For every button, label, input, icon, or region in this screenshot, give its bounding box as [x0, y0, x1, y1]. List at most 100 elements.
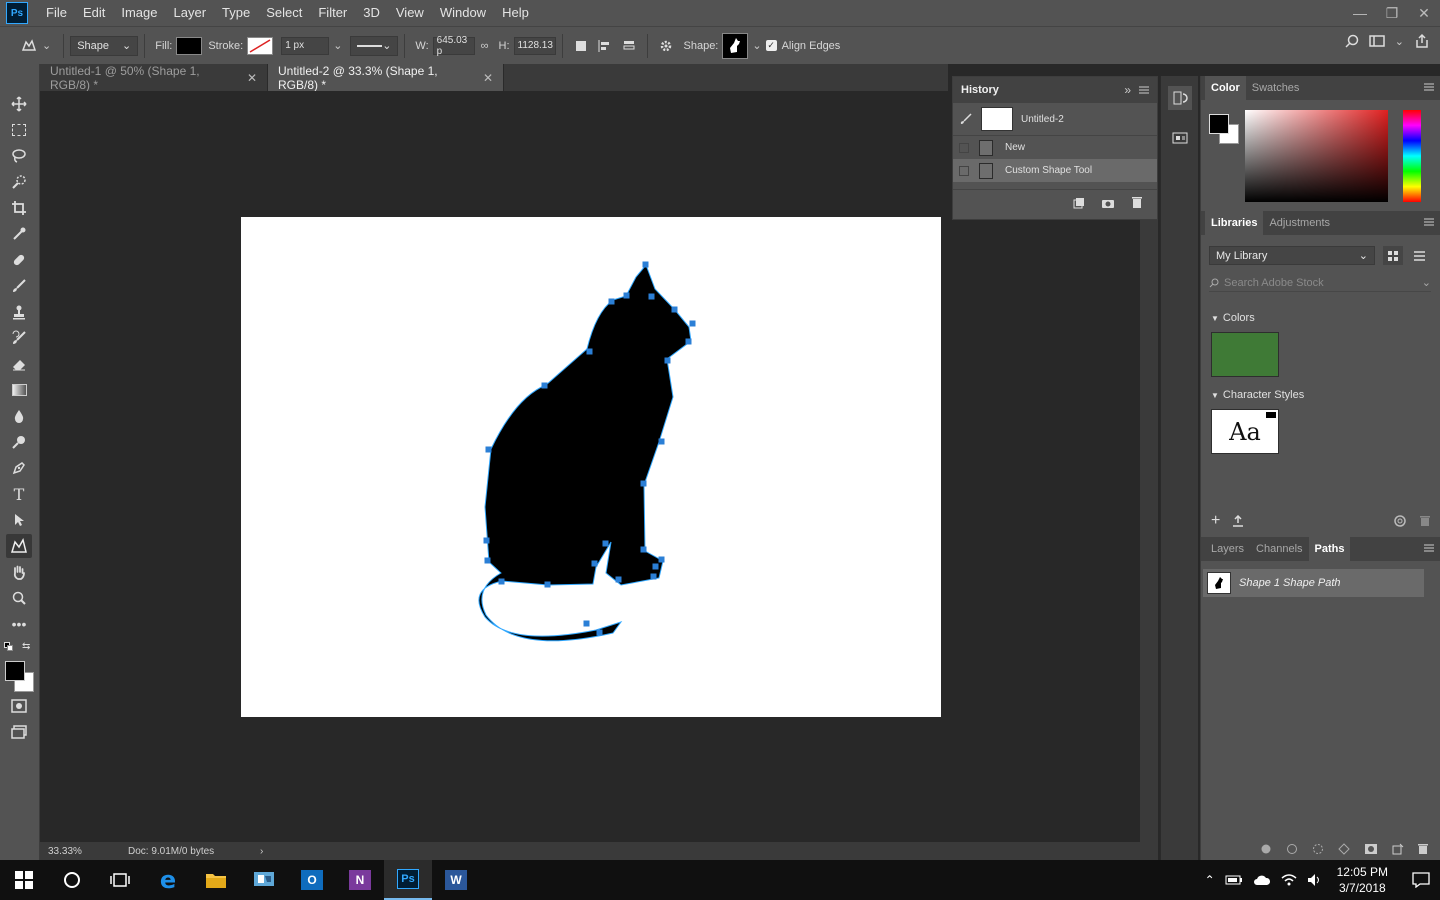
tab-adjustments[interactable]: Adjustments	[1263, 211, 1336, 235]
menu-image[interactable]: Image	[113, 0, 165, 26]
action-center-icon[interactable]	[1412, 872, 1430, 888]
close-icon[interactable]: ✕	[247, 71, 257, 85]
type-tool-icon[interactable]: T	[6, 482, 32, 506]
align-edges-checkbox[interactable]: ✓	[765, 40, 777, 51]
load-selection-icon[interactable]	[1312, 843, 1324, 855]
path-row[interactable]: Shape 1 Shape Path	[1203, 569, 1424, 597]
close-icon[interactable]: ✕	[1408, 0, 1440, 26]
trash-icon[interactable]	[1418, 843, 1428, 855]
stroke-width-input[interactable]: 1 px	[281, 36, 330, 55]
panel-title[interactable]: History	[961, 84, 999, 96]
chevron-right-icon[interactable]: ›	[260, 846, 263, 857]
more-tools-icon[interactable]: •••	[6, 612, 32, 636]
outlook-icon[interactable]: O	[288, 860, 336, 900]
colors-section-header[interactable]: ▼ Colors	[1211, 312, 1255, 324]
panel-menu-icon[interactable]	[1424, 544, 1434, 554]
trash-icon[interactable]	[1420, 515, 1430, 527]
properties-panel-icon[interactable]	[1168, 126, 1192, 150]
workspace-icon[interactable]	[1369, 34, 1385, 48]
close-icon[interactable]: ✕	[483, 71, 493, 85]
tab-channels[interactable]: Channels	[1250, 537, 1308, 561]
shape-picker[interactable]	[722, 32, 749, 59]
history-brush-source-checkbox[interactable]	[959, 165, 969, 176]
menu-filter[interactable]: Filter	[310, 0, 355, 26]
stock-search[interactable]: Search Adobe Stock ⌄	[1209, 274, 1431, 292]
foreground-color-swatch[interactable]	[1209, 114, 1229, 134]
tab-paths[interactable]: Paths	[1308, 537, 1351, 561]
character-styles-header[interactable]: ▼ Character Styles	[1211, 389, 1304, 401]
panel-menu-icon[interactable]	[1139, 86, 1149, 94]
mode-select[interactable]: Shape ⌄	[70, 35, 139, 56]
eraser-tool-icon[interactable]	[6, 352, 32, 376]
stroke-type-select[interactable]: ⌄	[350, 35, 399, 56]
path-alignment-icon[interactable]	[593, 34, 617, 58]
fill-swatch[interactable]	[176, 36, 203, 55]
upload-icon[interactable]	[1232, 515, 1244, 527]
history-brush-icon[interactable]	[959, 113, 973, 125]
edge-browser-icon[interactable]: e	[144, 860, 192, 900]
creative-cloud-icon[interactable]	[1392, 515, 1408, 527]
restore-icon[interactable]: ❐	[1376, 0, 1408, 26]
library-color-swatch[interactable]	[1211, 332, 1279, 377]
dodge-tool-icon[interactable]	[6, 430, 32, 454]
tab-layers[interactable]: Layers	[1205, 537, 1250, 561]
menu-help[interactable]: Help	[494, 0, 537, 26]
menu-layer[interactable]: Layer	[166, 0, 215, 26]
trash-icon[interactable]	[1131, 196, 1143, 209]
search-icon[interactable]	[1345, 34, 1359, 48]
menu-type[interactable]: Type	[214, 0, 258, 26]
hand-tool-icon[interactable]	[6, 560, 32, 584]
path-arrangement-icon[interactable]	[617, 34, 641, 58]
quick-selection-tool-icon[interactable]	[6, 170, 32, 194]
zoom-level[interactable]: 33.33%	[48, 846, 128, 857]
menu-select[interactable]: Select	[258, 0, 310, 26]
collapse-panel-icon[interactable]: »	[1124, 83, 1131, 97]
lasso-tool-icon[interactable]	[6, 144, 32, 168]
tab-swatches[interactable]: Swatches	[1246, 76, 1306, 100]
crop-tool-icon[interactable]	[6, 196, 32, 220]
zoom-tool-icon[interactable]	[6, 586, 32, 610]
panel-menu-icon[interactable]	[1424, 83, 1434, 93]
menu-edit[interactable]: Edit	[75, 0, 113, 26]
onedrive-icon[interactable]	[1253, 874, 1271, 886]
cortana-icon[interactable]	[48, 860, 96, 900]
chevron-up-icon[interactable]: ⌃	[1205, 873, 1215, 887]
swap-colors-icon[interactable]: ⇆	[22, 641, 30, 652]
photoshop-taskbar-icon[interactable]: Ps	[384, 860, 432, 900]
volume-icon[interactable]	[1307, 873, 1323, 887]
custom-shape-tool-icon[interactable]	[6, 534, 32, 558]
tab-libraries[interactable]: Libraries	[1205, 211, 1264, 235]
library-select[interactable]: My Library ⌄	[1209, 246, 1375, 265]
add-icon[interactable]: +	[1211, 512, 1220, 530]
minimize-icon[interactable]: —	[1344, 0, 1376, 26]
add-mask-icon[interactable]	[1364, 843, 1378, 855]
default-colors-icon[interactable]	[4, 642, 14, 652]
menu-window[interactable]: Window	[432, 0, 494, 26]
word-icon[interactable]: W	[432, 860, 480, 900]
new-document-from-state-icon[interactable]	[1073, 197, 1085, 209]
stroke-swatch[interactable]	[247, 36, 274, 55]
chevron-down-icon[interactable]: ⌄	[752, 39, 761, 52]
list-view-icon[interactable]	[1409, 246, 1429, 265]
height-input[interactable]: 1128.13	[513, 36, 556, 55]
task-view-icon[interactable]	[96, 860, 144, 900]
history-panel-icon[interactable]	[1168, 86, 1192, 110]
gear-icon[interactable]	[654, 34, 678, 58]
history-snapshot[interactable]: Untitled-2	[953, 103, 1157, 136]
menu-3d[interactable]: 3D	[355, 0, 388, 26]
character-style-item[interactable]: Aa	[1211, 409, 1279, 454]
tab-color[interactable]: Color	[1205, 76, 1246, 100]
clone-stamp-tool-icon[interactable]	[6, 300, 32, 324]
chevron-down-icon[interactable]: ⌄	[1422, 276, 1431, 289]
tab-untitled-1[interactable]: Untitled-1 @ 50% (Shape 1, RGB/8) * ✕	[40, 64, 268, 92]
foreground-color-swatch[interactable]	[5, 661, 25, 681]
link-icon[interactable]: ∞	[481, 40, 489, 52]
chevron-down-icon[interactable]: ⌄	[42, 39, 51, 52]
quick-mask-icon[interactable]	[6, 694, 32, 718]
screen-mode-icon[interactable]	[6, 720, 32, 744]
windows-start-icon[interactable]	[0, 860, 48, 900]
control-panel-icon[interactable]	[240, 860, 288, 900]
chevron-down-icon[interactable]: ⌄	[1395, 35, 1404, 48]
history-item-new[interactable]: New	[953, 136, 1157, 159]
brush-tool-icon[interactable]	[6, 274, 32, 298]
